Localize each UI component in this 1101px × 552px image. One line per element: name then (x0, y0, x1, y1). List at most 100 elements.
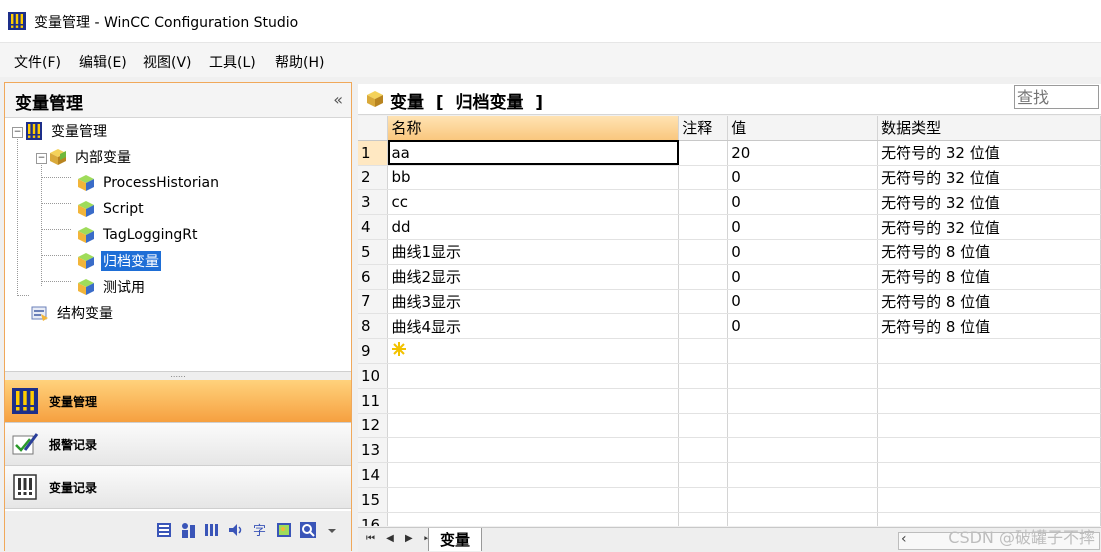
cell-name[interactable]: 曲线1显示 (387, 239, 680, 265)
cell-name[interactable]: dd (387, 214, 680, 240)
cell-datatype[interactable]: 无符号的 32 位值 (877, 189, 1101, 216)
tree-node-tagloggingrt[interactable]: TagLoggingRt (77, 223, 199, 247)
cell-value[interactable]: 0 (727, 289, 879, 315)
cell-value[interactable] (727, 512, 879, 526)
table-row[interactable]: 3 cc 0 无符号的 32 位值 (358, 189, 1101, 216)
tree-expander-root[interactable]: − (12, 127, 23, 138)
row-number[interactable]: 15 (358, 487, 389, 513)
cell-comment[interactable] (678, 313, 729, 340)
table-row[interactable]: 6 曲线2显示 0 无符号的 8 位值 (358, 264, 1101, 290)
cell-comment[interactable] (678, 487, 729, 513)
cell-value[interactable]: 0 (727, 313, 879, 340)
cell-comment[interactable] (678, 512, 729, 526)
cell-name[interactable] (387, 363, 680, 389)
tab-tags[interactable]: 变量 (428, 528, 482, 551)
cell-name[interactable] (387, 487, 680, 513)
tab-navigation-buttons[interactable]: ⏮ ◀ ▶ ⏭ (366, 533, 437, 544)
cell-comment[interactable] (678, 239, 729, 265)
tree-node-test[interactable]: 测试用 (77, 275, 147, 299)
cell-comment[interactable] (678, 214, 729, 240)
picture-icon[interactable] (275, 521, 293, 539)
cell-value[interactable] (727, 437, 879, 464)
row-number[interactable]: 16 (358, 512, 389, 526)
cell-value[interactable]: 0 (727, 239, 879, 265)
cell-name[interactable] (387, 462, 680, 488)
cell-value[interactable] (727, 413, 879, 439)
new-row-cell[interactable] (387, 338, 680, 364)
menu-tools[interactable]: 工具(L) (209, 52, 256, 72)
row-number[interactable]: 10 (358, 363, 389, 389)
table-row[interactable]: 14 (358, 462, 1101, 488)
row-number[interactable]: 4 (358, 214, 389, 240)
cell-datatype[interactable] (877, 413, 1101, 439)
row-number[interactable]: 9 (358, 338, 389, 364)
cell-datatype[interactable] (877, 338, 1101, 364)
tree-node-tag-management[interactable]: 变量管理 (25, 119, 109, 143)
cell-comment[interactable] (678, 289, 729, 315)
table-row[interactable]: 11 (358, 388, 1101, 414)
collapse-panel-button[interactable]: « (333, 90, 343, 109)
menu-help[interactable]: 帮助(H) (275, 52, 324, 72)
table-row[interactable]: 10 (358, 363, 1101, 389)
column-header-datatype[interactable]: 数据类型 (877, 116, 1101, 141)
row-number[interactable]: 1 (358, 140, 389, 166)
scroll-left-icon[interactable]: ‹ (901, 531, 907, 547)
column-header-name[interactable]: 名称 (387, 116, 680, 141)
column-header-value[interactable]: 值 (727, 116, 879, 141)
tree-node-struct-tags[interactable]: 结构变量 (31, 301, 115, 325)
cell-datatype[interactable]: 无符号的 32 位值 (877, 165, 1101, 191)
report-icon[interactable] (203, 521, 221, 539)
cell-value[interactable] (727, 363, 879, 389)
cell-datatype[interactable]: 无符号的 8 位值 (877, 313, 1101, 340)
tree-expander-internal[interactable]: − (36, 153, 47, 164)
tree-node-archive-tags[interactable]: 归档变量 (77, 249, 161, 273)
cell-comment[interactable] (678, 189, 729, 216)
row-number[interactable]: 6 (358, 264, 389, 290)
cell-comment[interactable] (678, 388, 729, 414)
cell-name[interactable] (387, 512, 680, 526)
table-row[interactable]: 1 aa 20 无符号的 32 位值 (358, 140, 1101, 166)
cell-value[interactable] (727, 338, 879, 364)
tree-node-internal-tags[interactable]: 内部变量 (49, 145, 133, 169)
sound-icon[interactable] (227, 521, 245, 539)
table-row[interactable]: 2 bb 0 无符号的 32 位值 (358, 165, 1101, 191)
menu-file[interactable]: 文件(F) (14, 52, 61, 72)
table-row[interactable]: 12 (358, 413, 1101, 439)
cell-datatype[interactable] (877, 437, 1101, 464)
table-row[interactable]: 5 曲线1显示 0 无符号的 8 位值 (358, 239, 1101, 265)
cell-datatype[interactable]: 无符号的 32 位值 (877, 214, 1101, 240)
cell-datatype[interactable]: 无符号的 32 位值 (877, 140, 1101, 166)
table-row[interactable]: 8 曲线4显示 0 无符号的 8 位值 (358, 313, 1101, 340)
row-number[interactable]: 13 (358, 437, 389, 464)
row-number[interactable]: 3 (358, 189, 389, 216)
cell-name[interactable]: 曲线3显示 (387, 289, 680, 315)
cell-value[interactable] (727, 462, 879, 488)
table-row[interactable]: 13 (358, 437, 1101, 464)
cell-name[interactable] (387, 413, 680, 439)
cell-value[interactable]: 0 (727, 165, 879, 191)
cell-datatype[interactable]: 无符号的 8 位值 (877, 239, 1101, 265)
table-row[interactable]: 9 (358, 338, 1101, 364)
cell-name[interactable] (387, 388, 680, 414)
row-number[interactable]: 2 (358, 165, 389, 191)
cell-name[interactable]: cc (387, 189, 680, 216)
cell-comment[interactable] (678, 462, 729, 488)
column-header-comment[interactable]: 注释 (678, 116, 729, 141)
cell-comment[interactable] (678, 363, 729, 389)
cell-value[interactable] (727, 487, 879, 513)
cell-value[interactable]: 0 (727, 189, 879, 216)
nav-button-tag-management[interactable]: 变量管理 (5, 380, 351, 423)
row-number[interactable]: 14 (358, 462, 389, 488)
search-icon[interactable] (299, 521, 317, 539)
cell-comment[interactable] (678, 437, 729, 464)
row-number[interactable]: 7 (358, 289, 389, 315)
cell-datatype[interactable] (877, 487, 1101, 513)
cell-name[interactable]: 曲线2显示 (387, 264, 680, 290)
nav-button-tag-logging[interactable]: 变量记录 (5, 466, 351, 509)
row-number[interactable]: 12 (358, 413, 389, 439)
cell-comment[interactable] (678, 140, 729, 166)
dropdown-icon[interactable] (323, 521, 341, 539)
cell-comment[interactable] (678, 264, 729, 290)
cell-name[interactable] (387, 437, 680, 464)
cell-comment[interactable] (678, 165, 729, 191)
